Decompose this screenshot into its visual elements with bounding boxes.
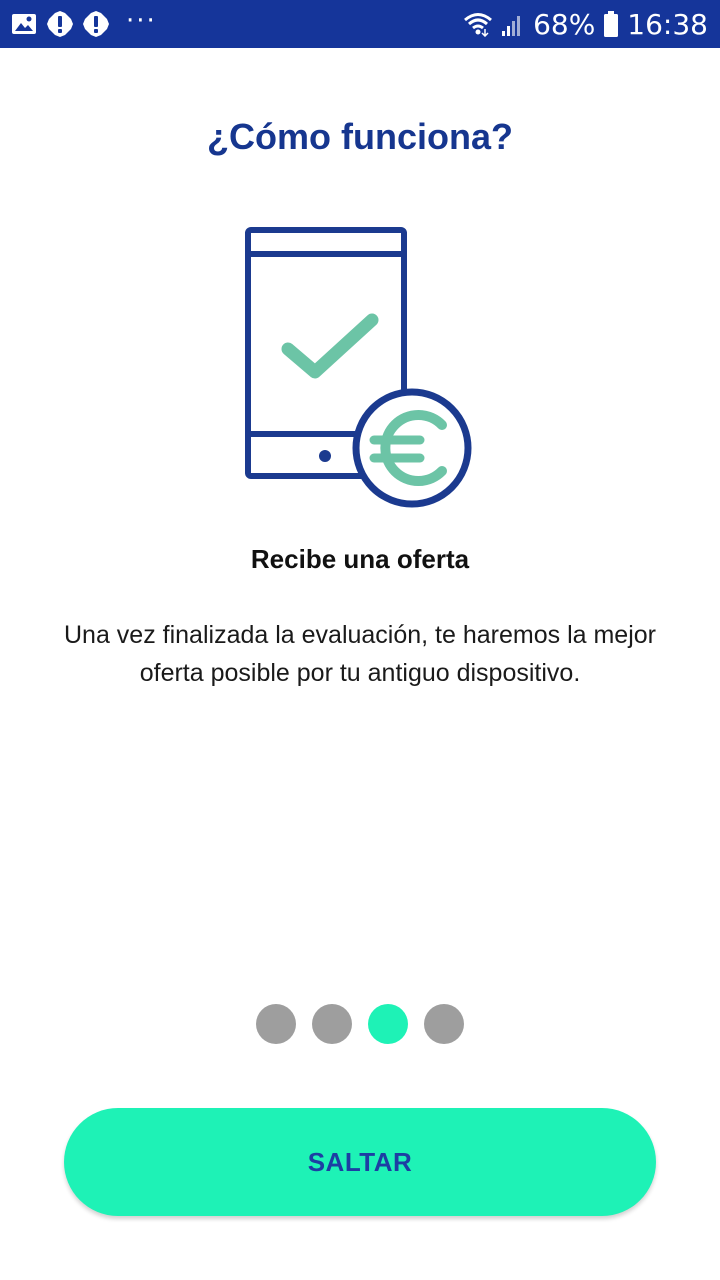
page-indicator xyxy=(0,1004,720,1044)
step-title: Recibe una oferta xyxy=(250,544,470,574)
page-title: ¿Cómo funciona? xyxy=(207,116,513,157)
page-dot[interactable] xyxy=(424,1004,464,1044)
step-description: Una vez finalizada la evaluación, te har… xyxy=(64,621,656,687)
alert-icon xyxy=(83,11,109,37)
phone-check-euro-icon xyxy=(245,227,472,508)
clock: 16:38 xyxy=(627,7,708,41)
signal-icon xyxy=(502,16,521,36)
alert-icon xyxy=(47,11,73,37)
skip-button[interactable]: SALTAR xyxy=(64,1108,656,1216)
status-bar: ··· 68% 16:38 xyxy=(0,0,720,48)
page-dot[interactable] xyxy=(312,1004,352,1044)
page-dot[interactable] xyxy=(256,1004,296,1044)
page-dot-active[interactable] xyxy=(368,1004,408,1044)
wifi-icon xyxy=(464,13,493,37)
more-notifications-icon: ··· xyxy=(126,6,157,36)
battery-percent: 68% xyxy=(533,7,596,41)
battery-icon xyxy=(604,11,619,37)
gallery-icon xyxy=(12,14,36,34)
